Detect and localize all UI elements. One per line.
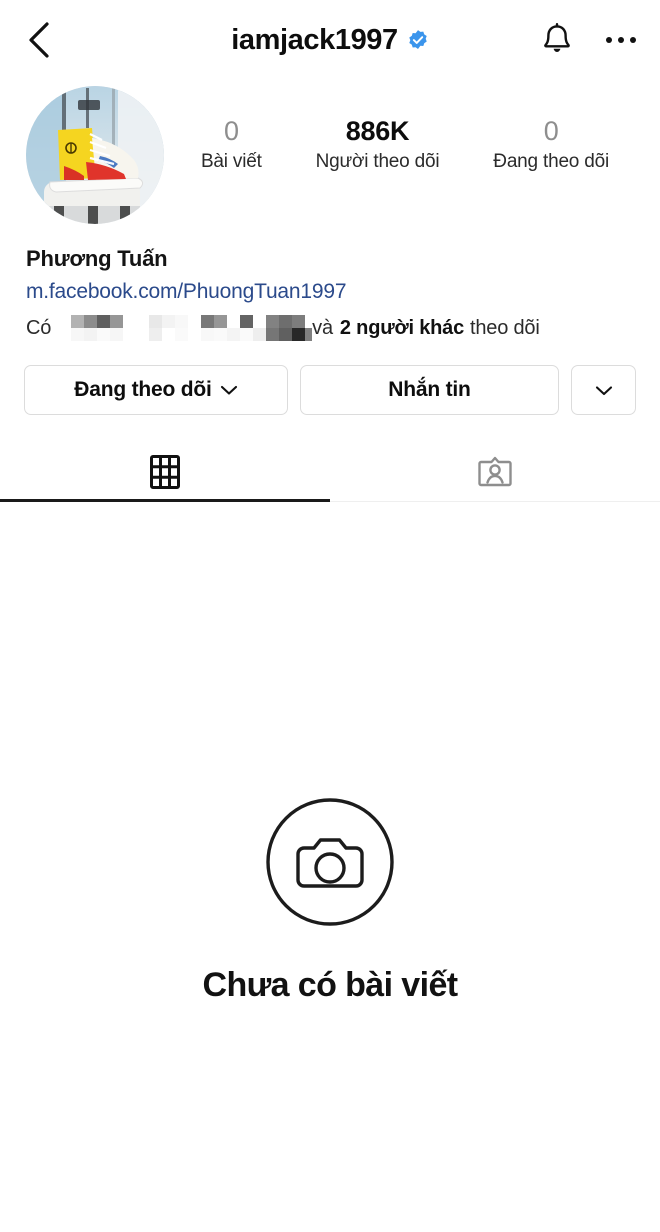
- followed-by-suffix: theo dõi: [470, 316, 540, 339]
- redaction-block: [71, 328, 85, 342]
- redaction-block: [175, 328, 189, 342]
- following-button[interactable]: Đang theo dõi: [24, 365, 288, 416]
- profile-picture-image: [26, 86, 164, 224]
- stat-posts-value: 0: [223, 116, 239, 146]
- tab-grid[interactable]: [0, 443, 330, 503]
- back-button[interactable]: [26, 18, 64, 62]
- redaction-block: [292, 315, 306, 329]
- more-options-button[interactable]: [604, 29, 638, 51]
- chevron-down-icon: [220, 386, 237, 395]
- redaction-block: [149, 328, 163, 342]
- followed-by-prefix: Có: [26, 316, 52, 339]
- stat-following-value: 0: [543, 116, 559, 146]
- redaction-block: [240, 328, 254, 342]
- page-title: iamjack1997: [231, 23, 398, 56]
- redaction-block: [71, 315, 85, 329]
- redaction-block: [214, 315, 228, 329]
- stat-following-label: Đang theo dõi: [493, 150, 610, 172]
- redaction-block: [201, 328, 215, 342]
- stat-posts-label: Bài viết: [200, 150, 262, 172]
- bell-icon: [544, 23, 570, 52]
- app-header: iamjack1997: [0, 0, 660, 80]
- profile-stats: 0 Bài viết 886K Người theo dõi 0 Đang th…: [164, 86, 636, 174]
- message-button[interactable]: Nhắn tin: [299, 365, 559, 416]
- empty-posts-state: Chưa có bài viết: [0, 502, 660, 1005]
- stat-posts[interactable]: 0 Bài viết: [197, 114, 266, 174]
- tagged-person-icon: [478, 457, 512, 487]
- header-actions: [540, 22, 638, 58]
- empty-posts-title: Chưa có bài viết: [202, 966, 459, 1005]
- redaction-block: [97, 328, 111, 342]
- profile-actions: Đang theo dõi Nhắn tin: [0, 341, 660, 416]
- followed-by-row[interactable]: Có và 2 người khác theo dõi: [26, 315, 634, 342]
- redaction-block: [110, 328, 124, 342]
- tab-tagged[interactable]: [330, 443, 660, 501]
- profile-bio: Phương Tuấn m.facebook.com/PhuongTuan199…: [0, 224, 660, 342]
- redaction-block: [84, 328, 98, 342]
- profile-summary: 0 Bài viết 886K Người theo dõi 0 Đang th…: [0, 80, 660, 224]
- redaction-block: [201, 315, 215, 329]
- grid-icon: [150, 455, 180, 490]
- stat-followers[interactable]: 886K Người theo dõi: [312, 114, 444, 174]
- profile-tabs: [0, 443, 660, 503]
- verified-badge-icon: [409, 30, 427, 49]
- instagram-profile-screen: iamjack1997 0 Bài viết 886K Người theo d…: [0, 0, 660, 1232]
- stat-following[interactable]: 0 Đang theo dõi: [489, 114, 613, 174]
- redaction-block: [279, 315, 293, 329]
- followed-by-conjunction: và: [312, 316, 333, 339]
- redaction-block: [149, 315, 163, 329]
- redaction-block: [266, 328, 280, 342]
- stat-followers-value: 886K: [345, 116, 410, 146]
- redaction-block: [266, 315, 280, 329]
- more-options-icon: [618, 37, 624, 43]
- chevron-left-icon: [29, 22, 49, 58]
- stat-followers-label: Người theo dõi: [315, 150, 440, 172]
- redaction-block: [110, 315, 124, 329]
- profile-full-name: Phương Tuấn: [26, 246, 168, 271]
- camera-circle-icon: [266, 798, 394, 926]
- avatar[interactable]: [26, 86, 164, 224]
- notifications-button[interactable]: [540, 22, 574, 58]
- redaction-block: [227, 328, 241, 342]
- redaction-block: [305, 328, 313, 342]
- redaction-block: [162, 315, 176, 329]
- chevron-down-icon: [595, 386, 612, 395]
- redaction-block: [253, 328, 267, 342]
- redaction-block: [279, 328, 293, 342]
- redaction-block: [175, 315, 189, 329]
- redaction-block: [97, 315, 111, 329]
- redaction-block: [84, 315, 98, 329]
- following-button-label: Đang theo dõi: [74, 378, 212, 402]
- followed-by-count: 2 người khác: [339, 316, 465, 339]
- suggestions-dropdown-button[interactable]: [571, 365, 636, 416]
- more-options-icon: [630, 37, 636, 43]
- censored-names-redaction: [58, 315, 313, 342]
- redaction-block: [214, 328, 228, 342]
- message-button-label: Nhắn tin: [388, 378, 471, 402]
- redaction-block: [292, 328, 306, 342]
- profile-external-link[interactable]: m.facebook.com/PhuongTuan1997: [26, 277, 634, 307]
- more-options-icon: [606, 37, 612, 43]
- redaction-block: [240, 315, 254, 329]
